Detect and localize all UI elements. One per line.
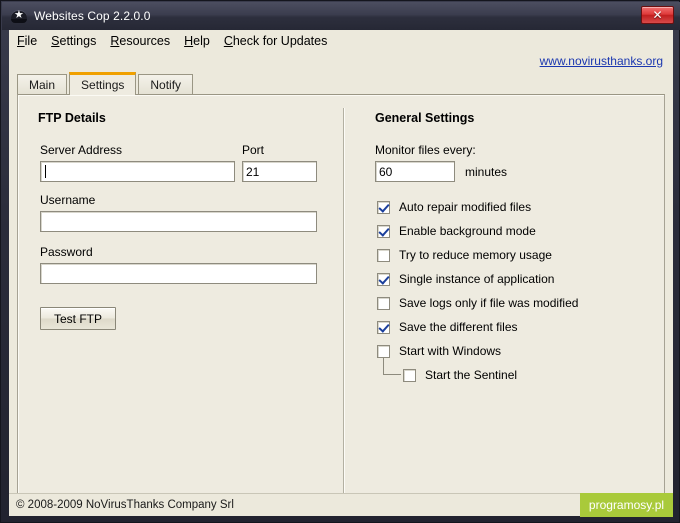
checkbox-box <box>377 344 390 358</box>
checkbox-box <box>377 296 390 310</box>
title-bar: ★ Websites Cop 2.2.0.0 ✕ <box>2 2 680 30</box>
server-address-label: Server Address <box>40 143 123 157</box>
checkbox-label: Auto repair modified files <box>399 200 532 214</box>
checkbox-box <box>377 200 390 214</box>
checkbox-save-the-different-files[interactable]: Save the different files <box>377 320 518 334</box>
tab-notify[interactable]: Notify <box>138 74 194 95</box>
monitor-interval-label: Monitor files every: <box>375 143 476 157</box>
checkbox-label: Save logs only if file was modified <box>399 296 579 310</box>
monitor-interval-value: 60 <box>379 164 393 179</box>
tree-connector-line <box>383 358 401 375</box>
monitor-interval-unit: minutes <box>465 165 508 179</box>
password-label: Password <box>40 245 93 259</box>
username-input[interactable] <box>40 211 317 232</box>
copyright-text: © 2008-2009 NoVirusThanks Company Srl <box>16 499 234 511</box>
menu-item-resources[interactable]: Resources <box>110 34 170 48</box>
tab-main[interactable]: Main <box>17 74 68 95</box>
checkbox-try-to-reduce-memory-usage[interactable]: Try to reduce memory usage <box>377 248 552 262</box>
port-label: Port <box>242 143 265 157</box>
checkbox-label: Save the different files <box>399 320 518 334</box>
checkbox-label: Enable background mode <box>399 224 536 238</box>
menu-item-help[interactable]: Help <box>184 34 210 48</box>
tab-settings[interactable]: Settings <box>69 72 137 95</box>
checkbox-box <box>377 320 390 334</box>
window-title: Websites Cop 2.2.0.0 <box>34 9 151 23</box>
checkbox-auto-repair-modified-files[interactable]: Auto repair modified files <box>377 200 531 214</box>
password-input[interactable] <box>40 263 317 284</box>
checkbox-label: Try to reduce memory usage <box>399 248 552 262</box>
client-area: File Settings Resources Help Check for U… <box>9 30 673 516</box>
checkbox-start-with-windows[interactable]: Start with Windows <box>377 344 501 358</box>
port-input[interactable]: 21 <box>242 161 317 182</box>
checkbox-label: Single instance of application <box>399 272 555 286</box>
close-button[interactable]: ✕ <box>641 6 674 24</box>
text-caret <box>45 165 46 178</box>
checkbox-enable-background-mode[interactable]: Enable background mode <box>377 224 536 238</box>
tab-strip: Main Settings Notify <box>17 72 665 95</box>
menu-item-settings[interactable]: Settings <box>51 34 96 48</box>
menu-bar: File Settings Resources Help Check for U… <box>9 30 673 52</box>
username-label: Username <box>40 193 96 207</box>
port-value: 21 <box>246 164 260 179</box>
status-bar: © 2008-2009 NoVirusThanks Company Srl pr… <box>9 493 673 517</box>
police-badge-star-icon: ★ <box>11 8 27 24</box>
website-link[interactable]: www.novirusthanks.org <box>540 54 663 68</box>
application-window: ★ Websites Cop 2.2.0.0 ✕ File Settings R… <box>0 0 680 523</box>
checkbox-label: Start with Windows <box>399 344 502 358</box>
server-address-input[interactable] <box>40 161 235 182</box>
checkbox-start-the-sentinel[interactable]: Start the Sentinel <box>403 368 517 382</box>
checkbox-label: Start the Sentinel <box>425 368 518 382</box>
checkbox-box <box>403 368 416 382</box>
settings-panel: FTP Details Server Address Port 21 Usern… <box>17 94 665 515</box>
monitor-interval-input[interactable]: 60 <box>375 161 455 182</box>
checkbox-save-logs-only-if-file-was-modified[interactable]: Save logs only if file was modified <box>377 296 578 310</box>
ftp-details-heading: FTP Details <box>38 111 106 125</box>
menu-item-check-for-updates[interactable]: Check for Updates <box>224 34 328 48</box>
checkbox-single-instance-of-application[interactable]: Single instance of application <box>377 272 554 286</box>
test-ftp-button[interactable]: Test FTP <box>40 307 116 330</box>
panel-divider <box>343 108 345 500</box>
general-settings-heading: General Settings <box>375 111 475 125</box>
menu-item-file[interactable]: File <box>17 34 37 48</box>
checkbox-box <box>377 272 390 286</box>
programosy-watermark: programosy.pl <box>580 493 673 517</box>
close-icon: ✕ <box>652 8 663 22</box>
checkbox-box <box>377 224 390 238</box>
checkbox-box <box>377 248 390 262</box>
